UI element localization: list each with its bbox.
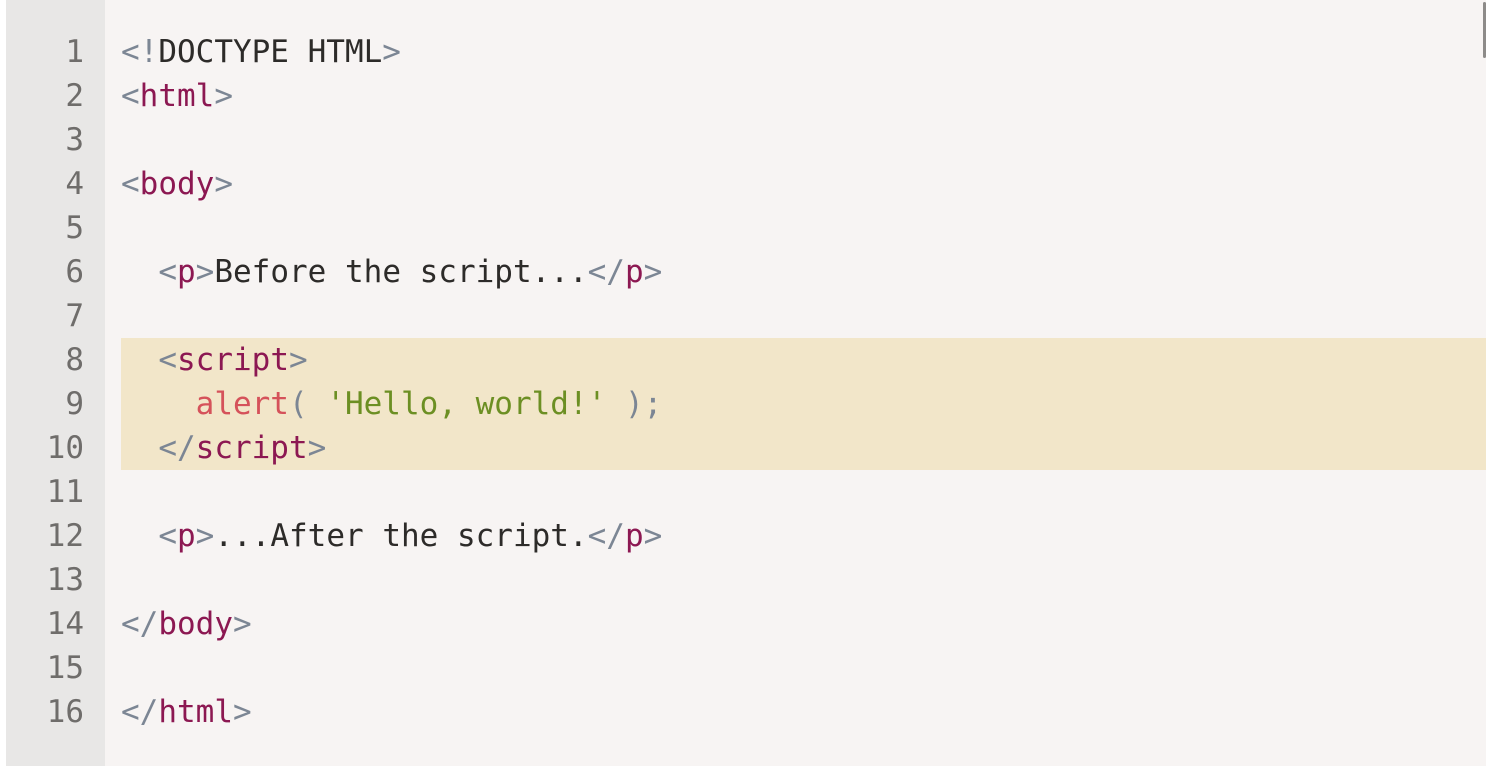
code-token: </ <box>158 430 196 466</box>
line-source: </html> <box>121 690 252 734</box>
line-number: 6 <box>65 254 84 290</box>
line-number: 12 <box>46 518 84 554</box>
code-token: < <box>121 78 140 114</box>
code-line[interactable]: 11 <box>6 470 1486 514</box>
code-line[interactable]: 5 <box>6 206 1486 250</box>
line-source: <body> <box>121 162 233 206</box>
code-line[interactable]: 9 alert( 'Hello, world!' ); <box>6 382 1486 426</box>
code-token: > <box>288 342 308 378</box>
code-token: p <box>624 518 644 554</box>
line-number: 11 <box>46 474 84 510</box>
code-token: > <box>307 430 327 466</box>
code-token: p <box>624 254 644 290</box>
code-token: > <box>643 518 663 554</box>
code-token: > <box>195 254 215 290</box>
line-number: 2 <box>65 78 84 114</box>
line-source: </body> <box>121 602 252 646</box>
code-line[interactable]: 6 <p>Before the script...</p> <box>6 250 1486 294</box>
code-line[interactable]: 1 <!DOCTYPE HTML> <box>6 30 1486 74</box>
code-token: body <box>139 166 215 202</box>
line-number: 4 <box>65 166 84 202</box>
line-number: 5 <box>65 210 84 246</box>
code-token: < <box>158 518 177 554</box>
code-token: html <box>139 78 215 114</box>
code-line[interactable]: 3 <box>6 118 1486 162</box>
code-token: script <box>177 342 289 378</box>
code-token: p <box>177 254 196 290</box>
code-token: > <box>214 78 233 114</box>
code-token: > <box>232 606 252 642</box>
line-source: </script> <box>121 426 326 470</box>
line-number: 8 <box>65 342 84 378</box>
code-line[interactable]: 4 <body> <box>6 162 1486 206</box>
code-token: > <box>643 254 663 290</box>
code-token: alert <box>195 386 289 422</box>
code-token: <! <box>121 34 159 70</box>
code-token: </ <box>587 254 625 290</box>
code-editor[interactable]: 1 <!DOCTYPE HTML> 2 <html> 3 4 <body> 5 6 <p>Bef… <box>6 0 1486 766</box>
code-line[interactable]: 13 <box>6 558 1486 602</box>
code-token: ...After the script. <box>214 518 588 554</box>
code-line[interactable]: 2 <html> <box>6 74 1486 118</box>
code-token: ( <box>288 386 327 422</box>
code-line[interactable]: 10 </script> <box>6 426 1486 470</box>
line-number: 14 <box>46 606 84 642</box>
code-line[interactable]: 14 </body> <box>6 602 1486 646</box>
code-line[interactable]: 7 <box>6 294 1486 338</box>
code-token: 'Hello, world!' <box>326 386 607 422</box>
code-token: html <box>158 694 233 730</box>
code-token: ); <box>606 386 663 422</box>
code-token: > <box>232 694 252 730</box>
code-token: > <box>195 518 215 554</box>
code-token: </ <box>121 606 159 642</box>
code-line[interactable]: 8 <script> <box>6 338 1486 382</box>
code-line[interactable]: 12 <p>...After the script.</p> <box>6 514 1486 558</box>
code-token: > <box>382 34 401 70</box>
code-token: DOCTYPE HTML <box>158 34 383 70</box>
code-token: script <box>195 430 308 466</box>
code-token: </ <box>121 694 159 730</box>
code-token: body <box>158 606 233 642</box>
code-area[interactable]: 1 <!DOCTYPE HTML> 2 <html> 3 4 <body> 5 6 <p>Bef… <box>6 30 1486 734</box>
line-number: 9 <box>65 386 84 422</box>
line-source: <html> <box>121 74 233 118</box>
code-token: Before the script... <box>214 254 588 290</box>
code-token: < <box>121 166 140 202</box>
code-token: < <box>158 342 177 378</box>
line-number: 3 <box>65 122 84 158</box>
code-token: > <box>214 166 233 202</box>
line-source: alert( 'Hello, world!' ); <box>121 382 663 426</box>
line-source: <script> <box>121 338 308 382</box>
line-number: 1 <box>65 34 84 70</box>
code-line[interactable]: 16 </html> <box>6 690 1486 734</box>
code-token: </ <box>587 518 625 554</box>
line-source: <p>Before the script...</p> <box>121 250 662 294</box>
code-line[interactable]: 15 <box>6 646 1486 690</box>
line-number: 15 <box>46 650 84 686</box>
code-token: p <box>177 518 196 554</box>
line-source: <p>...After the script.</p> <box>121 514 662 558</box>
line-number: 16 <box>46 694 84 730</box>
line-number: 7 <box>65 298 84 334</box>
line-number: 10 <box>46 430 84 466</box>
code-token: < <box>158 254 177 290</box>
line-number: 13 <box>46 562 84 598</box>
line-source: <!DOCTYPE HTML> <box>121 30 401 74</box>
